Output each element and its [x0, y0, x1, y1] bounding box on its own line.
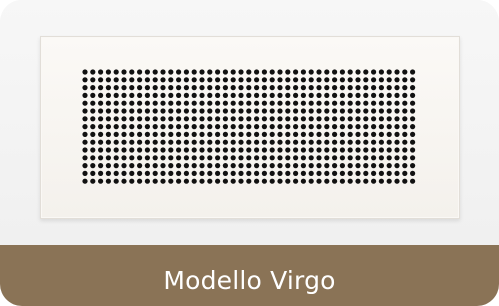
- perforated-grille-icon: [40, 36, 460, 219]
- product-card[interactable]: Modello Virgo: [0, 0, 499, 306]
- grille-perforation-pattern: [82, 69, 416, 184]
- product-image: [0, 0, 499, 245]
- product-name-label: Modello Virgo: [163, 266, 336, 295]
- product-name-bar: Modello Virgo: [0, 245, 499, 306]
